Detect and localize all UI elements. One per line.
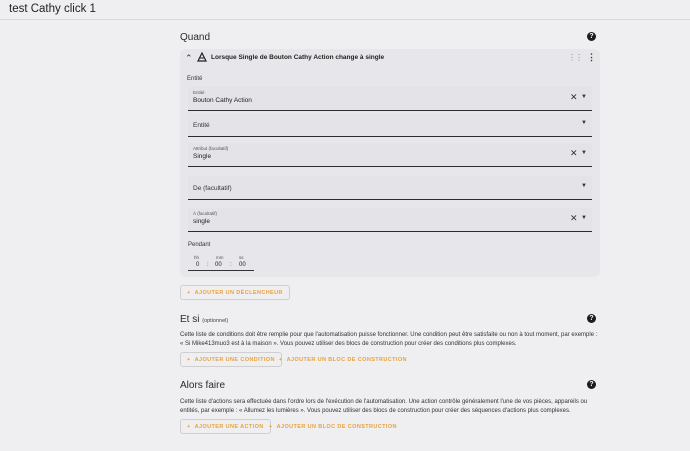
- dropdown-arrow-icon[interactable]: ▼: [581, 183, 587, 189]
- dropdown-arrow-icon[interactable]: ▼: [581, 94, 587, 100]
- entity-field-2[interactable]: Entité ▼: [188, 113, 592, 137]
- add-block-label: AJOUTER UN BLOC DE CONSTRUCTION: [286, 357, 407, 363]
- field-label: De (facultatif): [193, 185, 232, 192]
- drag-handle-icon[interactable]: ⋮⋮: [568, 53, 583, 62]
- help-circle-icon[interactable]: ?: [587, 314, 596, 323]
- clear-icon[interactable]: ✕: [570, 92, 578, 103]
- add-condition-label: AJOUTER UNE CONDITION: [194, 357, 275, 363]
- field-value: single: [193, 218, 210, 225]
- plus-icon: +: [187, 357, 191, 363]
- attribute-field[interactable]: Attribut (facultatif) Single ✕ ▼: [188, 143, 592, 167]
- from-field[interactable]: De (facultatif) ▼: [188, 176, 592, 200]
- duration-input[interactable]: hh mm ss 0 : 00 : 00: [188, 253, 254, 271]
- trigger-title: Lorsque Single de Bouton Cathy Action ch…: [211, 54, 385, 61]
- add-trigger-button[interactable]: + AJOUTER UN DÉCLENCHEUR: [180, 285, 290, 300]
- trigger-card-header[interactable]: ⌃ Lorsque Single de Bouton Cathy Action …: [180, 49, 600, 69]
- section-title-alors: Alors faire: [180, 380, 226, 391]
- plus-icon: +: [187, 424, 191, 430]
- field-label: Attribut (facultatif): [193, 146, 229, 151]
- dropdown-arrow-icon[interactable]: ▼: [581, 215, 587, 221]
- entity-field[interactable]: Entité Bouton Cathy Action ✕ ▼: [188, 87, 592, 111]
- dropdown-arrow-icon[interactable]: ▼: [581, 150, 587, 156]
- duration-seconds[interactable]: 00: [239, 262, 246, 268]
- clear-icon[interactable]: ✕: [570, 213, 578, 224]
- duration-unit-hh: hh: [194, 255, 200, 260]
- add-action-building-block-button[interactable]: + AJOUTER UN BLOC DE CONSTRUCTION: [269, 419, 397, 434]
- add-building-block-button[interactable]: + AJOUTER UN BLOC DE CONSTRUCTION: [279, 352, 407, 367]
- plus-icon: +: [279, 357, 283, 363]
- section-title-et-si: Et si (optionnel): [180, 314, 228, 325]
- add-trigger-label: AJOUTER UN DÉCLENCHEUR: [194, 290, 283, 296]
- add-condition-button[interactable]: + AJOUTER UNE CONDITION: [180, 352, 282, 367]
- field-label: Entité: [193, 90, 205, 95]
- duration-separator: :: [207, 262, 209, 268]
- duration-unit-mm: mm: [216, 255, 224, 260]
- entity-section-label: Entité: [187, 76, 203, 82]
- duration-unit-ss: ss: [239, 255, 244, 260]
- et-si-description: Cette liste de conditions doit être remp…: [180, 332, 598, 347]
- optional-label: (optionnel): [202, 318, 229, 324]
- chevron-up-icon[interactable]: ⌃: [185, 53, 193, 64]
- clear-icon[interactable]: ✕: [570, 148, 578, 159]
- page-title: test Cathy click 1: [9, 3, 96, 15]
- to-field[interactable]: À (facultatif) single ✕ ▼: [188, 208, 592, 232]
- plus-icon: +: [269, 424, 273, 430]
- section-title-quand: Quand: [180, 32, 211, 43]
- field-value: Bouton Cathy Action: [193, 97, 252, 104]
- help-circle-icon[interactable]: ?: [587, 32, 596, 41]
- field-label: Entité: [193, 122, 210, 129]
- add-block-label: AJOUTER UN BLOC DE CONSTRUCTION: [276, 424, 397, 430]
- state-change-icon: [197, 52, 207, 62]
- top-bar: test Cathy click 1: [0, 0, 690, 20]
- et-si-title: Et si: [180, 314, 200, 325]
- add-action-label: AJOUTER UNE ACTION: [194, 424, 264, 430]
- field-value: Single: [193, 153, 212, 160]
- duration-label: Pendant: [188, 242, 211, 248]
- help-circle-icon[interactable]: ?: [587, 380, 596, 389]
- more-vert-icon[interactable]: ⋮: [587, 52, 596, 63]
- dropdown-arrow-icon[interactable]: ▼: [581, 120, 587, 126]
- alors-description: Cette liste d'actions sera effectuée dan…: [180, 399, 588, 414]
- duration-hours[interactable]: 0: [196, 262, 199, 268]
- plus-icon: +: [187, 290, 191, 296]
- trigger-card: ⌃ Lorsque Single de Bouton Cathy Action …: [180, 49, 600, 277]
- duration-minutes[interactable]: 00: [215, 262, 222, 268]
- add-action-button[interactable]: + AJOUTER UNE ACTION: [180, 419, 271, 434]
- duration-separator: :: [230, 262, 232, 268]
- field-label: À (facultatif): [193, 211, 218, 216]
